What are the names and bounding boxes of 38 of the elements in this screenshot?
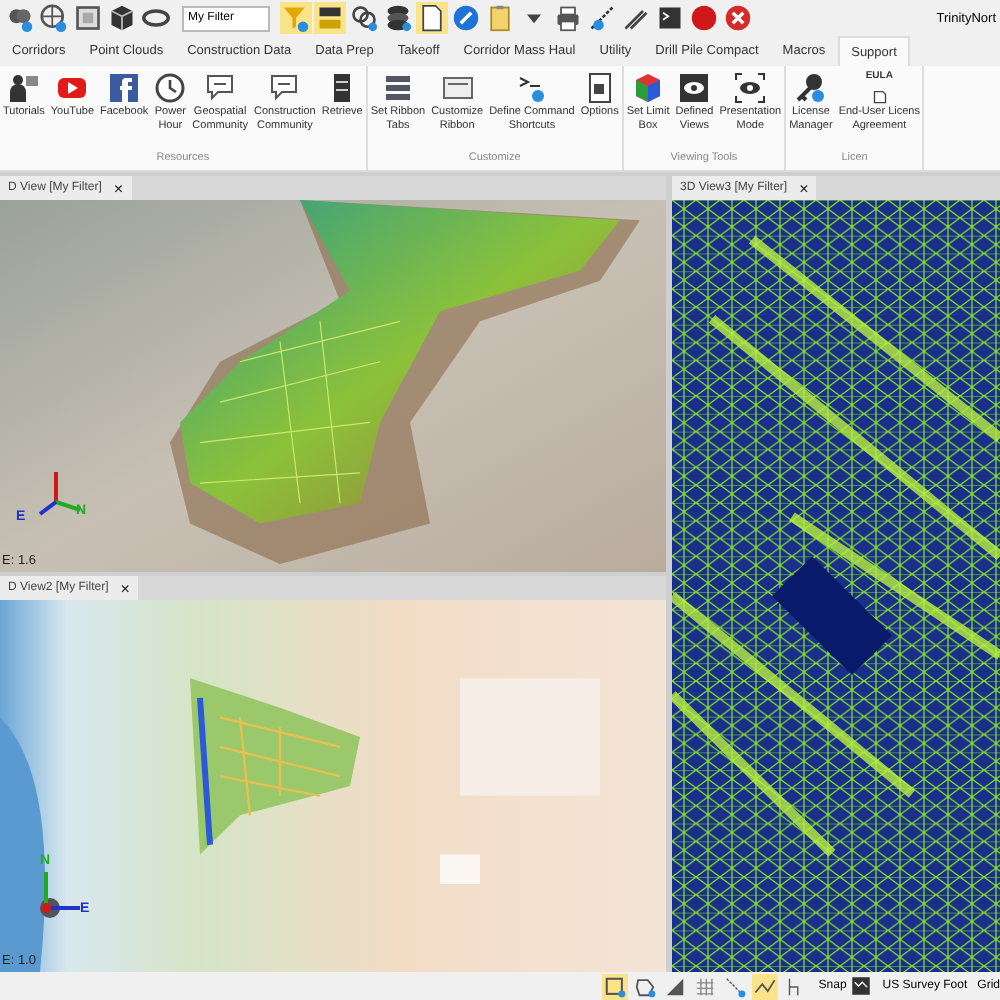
prompt-icon <box>515 72 548 104</box>
eye-icon <box>734 72 767 104</box>
close-button[interactable]: × <box>799 179 809 197</box>
chat-icon <box>268 72 301 104</box>
cube-icon <box>632 72 665 104</box>
frame-icon[interactable] <box>72 2 104 34</box>
close-button[interactable]: × <box>120 579 130 597</box>
clipboard-icon[interactable] <box>484 2 516 34</box>
page-icon[interactable] <box>416 2 448 34</box>
globe-icon[interactable] <box>38 2 70 34</box>
chat-icon <box>204 72 237 104</box>
select-box-icon[interactable] <box>602 973 629 999</box>
document-icon <box>583 72 616 104</box>
printer-icon[interactable] <box>552 2 584 34</box>
clock-icon <box>154 72 187 104</box>
f-logo-icon <box>108 72 141 104</box>
axis-triad-icon <box>40 868 84 920</box>
presenter-icon <box>7 72 40 104</box>
map-icon[interactable] <box>850 976 873 996</box>
list-icon <box>381 72 414 104</box>
circles-icon[interactable] <box>348 2 380 34</box>
snap-line-icon[interactable] <box>722 973 749 999</box>
eye-icon <box>678 72 711 104</box>
key-icon <box>794 72 827 104</box>
close-icon[interactable] <box>722 2 754 34</box>
grid-icon[interactable] <box>692 973 719 999</box>
line-tool-icon[interactable] <box>586 2 618 34</box>
cube-icon[interactable] <box>106 2 138 34</box>
close-button[interactable]: × <box>113 179 124 197</box>
polyline-icon[interactable] <box>752 973 779 999</box>
pencil-icon[interactable] <box>450 2 482 34</box>
ribbon-icon <box>441 72 474 104</box>
play-icon <box>56 72 89 104</box>
polygon-icon[interactable] <box>632 973 659 999</box>
stack-icon[interactable] <box>382 2 414 34</box>
record-icon[interactable] <box>688 2 720 34</box>
layers-icon[interactable] <box>314 2 346 34</box>
terminal-icon[interactable] <box>654 2 686 34</box>
